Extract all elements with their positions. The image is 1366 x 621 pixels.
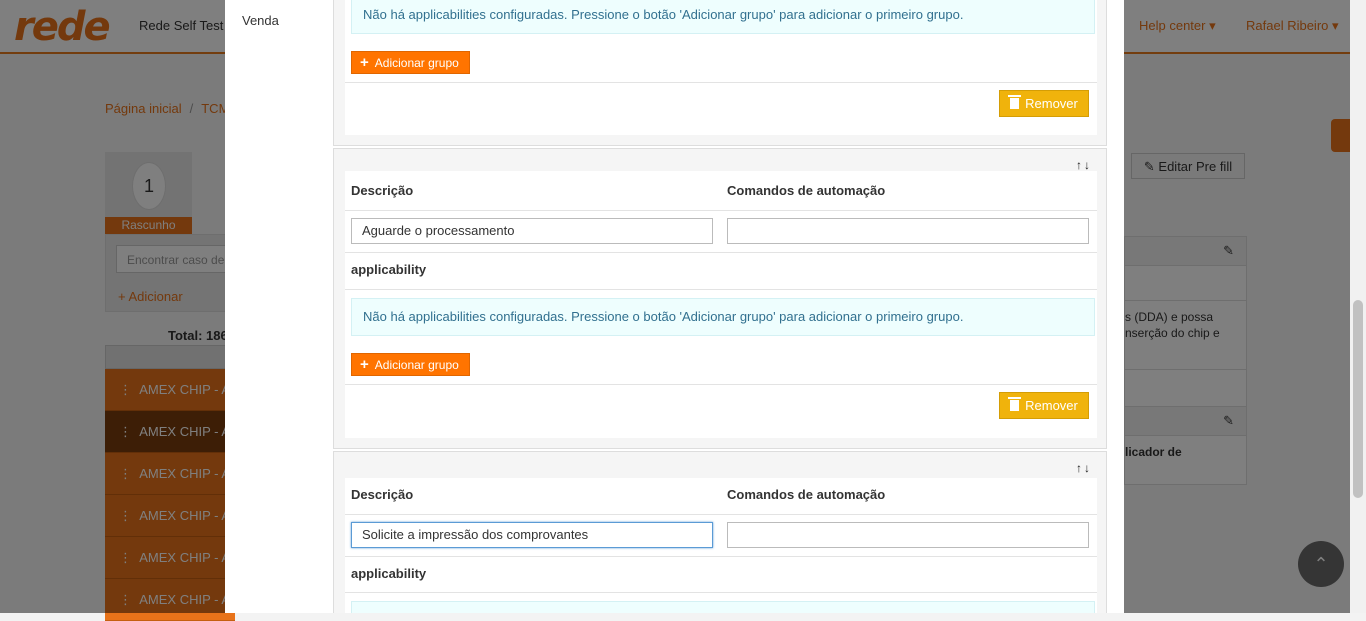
modal-sidebar: Venda: [225, 0, 333, 613]
plus-icon: +: [360, 356, 369, 373]
description-input[interactable]: Solicite a impressão dos comprovantes: [351, 522, 713, 548]
no-applicabilities-alert: Não há applicabilities configuradas. Pre…: [351, 0, 1095, 34]
steps-list: Não há applicabilities configuradas. Pre…: [333, 0, 1107, 613]
automation-input[interactable]: [727, 218, 1089, 244]
description-input[interactable]: Aguarde o processamento: [351, 218, 713, 244]
step-block: ↑↓ Descrição Comandos de automação Solic…: [333, 451, 1107, 613]
applicability-title: applicability: [351, 566, 427, 581]
no-applicabilities-alert-partial: [351, 601, 1095, 613]
page-scrollbar[interactable]: [1350, 0, 1366, 613]
plus-icon: +: [360, 54, 369, 71]
description-header: Descrição: [351, 183, 414, 198]
step-block: ↑↓ Descrição Comandos de automação Aguar…: [333, 148, 1107, 449]
remove-button[interactable]: Remover: [999, 90, 1089, 117]
trash-icon: [1008, 397, 1022, 411]
step-block: Não há applicabilities configuradas. Pre…: [333, 0, 1107, 146]
add-group-button[interactable]: + Adicionar grupo: [351, 51, 470, 74]
sidebar-item-venda[interactable]: Venda: [242, 13, 279, 28]
add-group-button[interactable]: + Adicionar grupo: [351, 353, 470, 376]
no-applicabilities-alert: Não há applicabilities configuradas. Pre…: [351, 298, 1095, 336]
reorder-arrows-icon[interactable]: ↑↓: [1076, 158, 1092, 172]
automation-header: Comandos de automação: [727, 487, 886, 502]
reorder-arrows-icon[interactable]: ↑↓: [1076, 461, 1092, 475]
automation-input[interactable]: [727, 522, 1089, 548]
description-header: Descrição: [351, 487, 414, 502]
automation-header: Comandos de automação: [727, 183, 886, 198]
steps-modal: Venda Não há applicabilities configurada…: [225, 0, 1124, 613]
applicability-title: applicability: [351, 262, 427, 277]
remove-button[interactable]: Remover: [999, 392, 1089, 419]
trash-icon: [1008, 95, 1022, 109]
